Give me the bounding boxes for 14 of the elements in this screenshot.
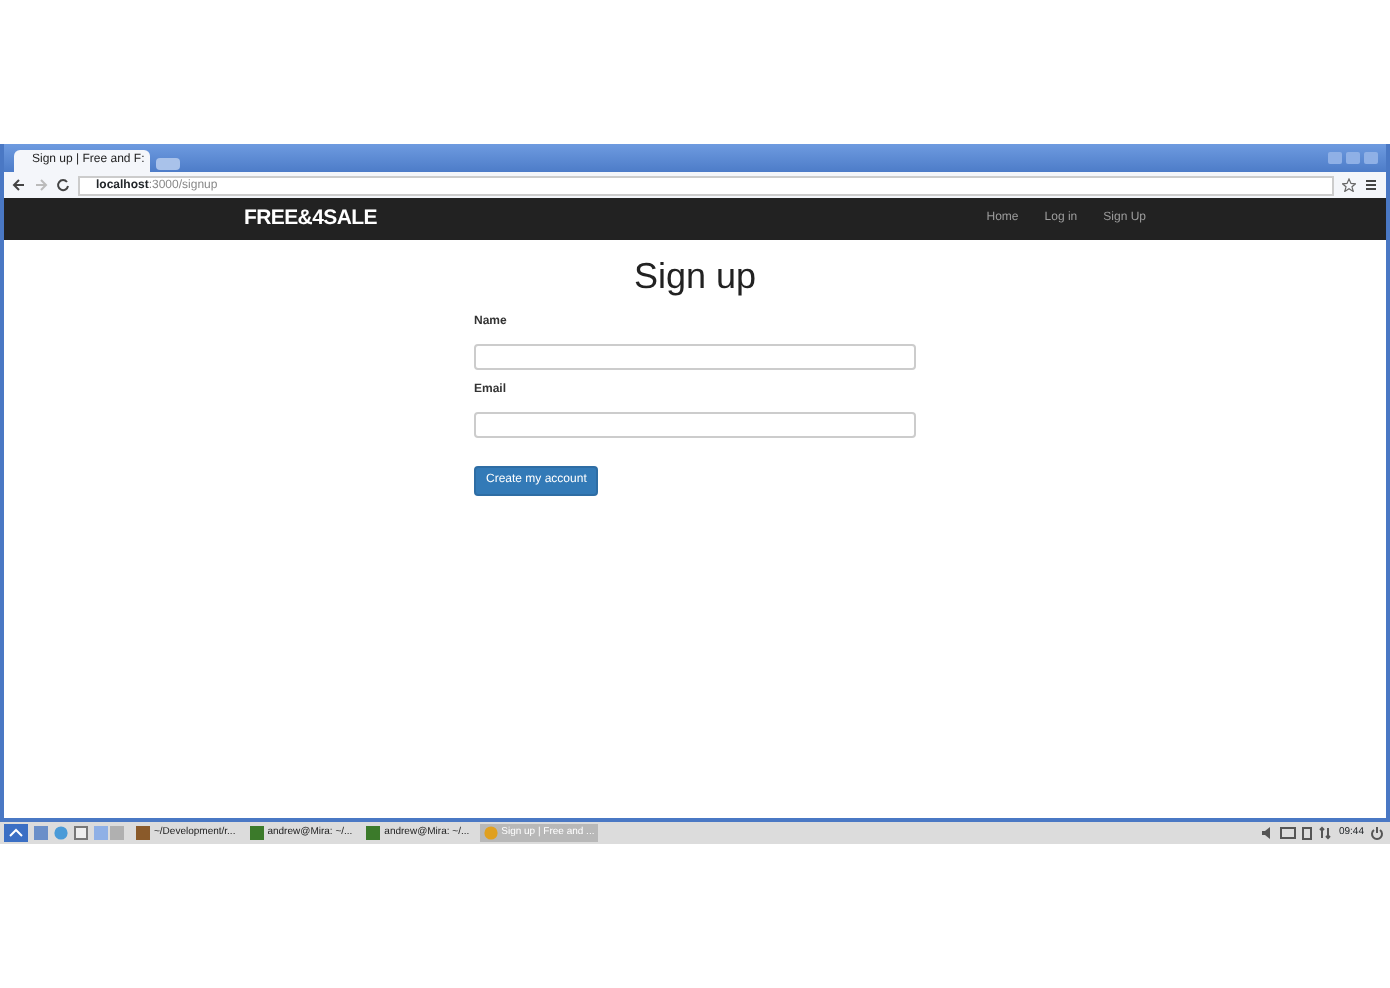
input-field[interactable] [474, 412, 916, 439]
menu-icon[interactable] [1364, 178, 1378, 192]
speaker-icon[interactable] [1260, 826, 1275, 840]
power-icon[interactable] [1370, 826, 1384, 840]
page-title: Sign up [631, 256, 759, 300]
back-icon[interactable] [12, 178, 26, 192]
reload-icon[interactable] [56, 178, 70, 192]
start-menu-icon[interactable] [4, 824, 28, 842]
network-icon[interactable] [1318, 826, 1333, 840]
workspace-switcher-icon[interactable] [94, 826, 126, 840]
star-icon[interactable] [1342, 178, 1356, 192]
input-field[interactable] [474, 344, 916, 371]
site-logo[interactable]: FREE&4SALE [244, 203, 377, 235]
window-icon[interactable] [74, 826, 88, 840]
